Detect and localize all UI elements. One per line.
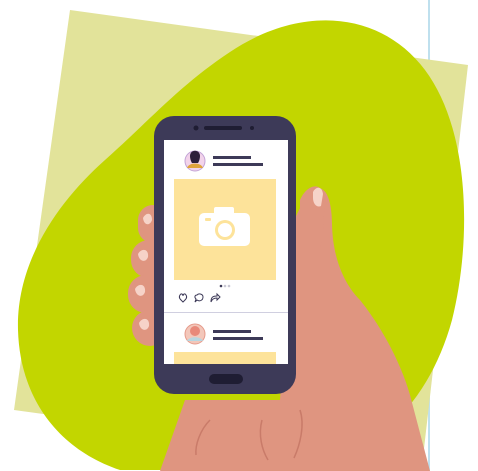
phone-speaker: [204, 126, 242, 130]
phone-camera: [193, 125, 199, 131]
username-placeholder: [213, 156, 251, 159]
carousel-dots: [219, 284, 231, 288]
caption-placeholder: [213, 337, 263, 340]
home-button: [209, 374, 243, 384]
illustration: [14, 10, 468, 471]
smartphone: [154, 116, 296, 394]
username-placeholder: [213, 330, 251, 333]
photo-placeholder-2: [174, 352, 276, 364]
caption-placeholder: [213, 163, 263, 166]
post-divider: [164, 312, 288, 313]
